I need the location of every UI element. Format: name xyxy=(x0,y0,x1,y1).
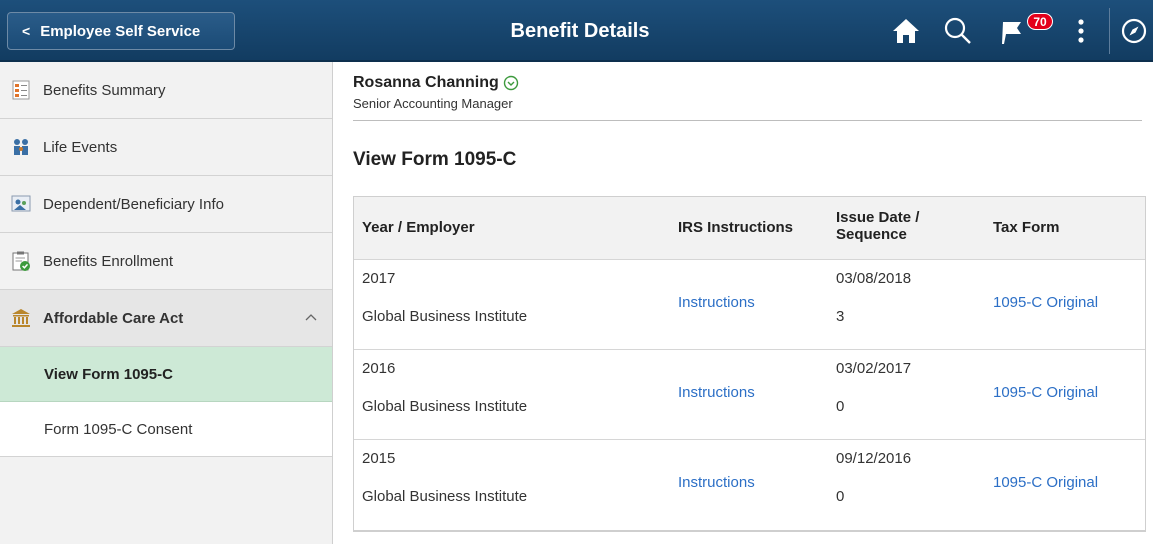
left-nav-panel: Benefits Summary Life Events Dependent/B… xyxy=(0,62,333,544)
tax-form-link[interactable]: 1095-C Original xyxy=(993,294,1098,311)
instructions-link[interactable]: Instructions xyxy=(678,384,755,401)
sidebar-item-life-events[interactable]: Life Events xyxy=(0,119,332,176)
sidebar-item-label: Benefits Summary xyxy=(43,81,166,99)
sidebar-item-form-1095c-consent[interactable]: Form 1095-C Consent xyxy=(0,402,332,457)
dependent-info-icon xyxy=(10,193,32,215)
courthouse-icon xyxy=(10,307,32,329)
year-cell: 2015 xyxy=(362,450,396,467)
life-events-icon xyxy=(10,136,32,158)
sidebar-group-affordable-care-act[interactable]: Affordable Care Act xyxy=(0,290,332,347)
search-icon[interactable] xyxy=(941,14,975,48)
table-row: 2015 Global Business Institute Instructi… xyxy=(354,440,1145,530)
sidebar-item-label: Life Events xyxy=(43,138,118,156)
clipboard-check-icon xyxy=(10,250,32,272)
sidebar-item-benefits-enrollment[interactable]: Benefits Enrollment xyxy=(0,233,332,290)
back-button[interactable]: < Employee Self Service xyxy=(7,12,235,50)
compass-icon[interactable] xyxy=(1117,14,1151,48)
grid-header: Year / Employer IRS Instructions Issue D… xyxy=(354,197,1145,260)
employee-name-block: Rosanna Channing xyxy=(353,74,519,92)
employee-name: Rosanna Channing xyxy=(353,74,499,91)
sidebar-item-view-form-1095c[interactable]: View Form 1095-C xyxy=(0,347,332,402)
sidebar-item-label: Form 1095-C Consent xyxy=(44,420,193,438)
sidebar-group-label: Affordable Care Act xyxy=(43,309,184,327)
header-divider xyxy=(1109,8,1110,54)
column-header-issue-date: Issue Date / Sequence xyxy=(836,209,919,243)
tax-form-link[interactable]: 1095-C Original xyxy=(993,474,1098,491)
home-icon[interactable] xyxy=(889,14,923,48)
flag-icon[interactable] xyxy=(996,14,1030,48)
sidebar-item-label: Benefits Enrollment xyxy=(43,252,174,270)
sequence-cell: 0 xyxy=(836,398,845,415)
column-header-irs-instructions: IRS Instructions xyxy=(678,219,794,236)
employer-cell: Global Business Institute xyxy=(362,308,528,325)
page-title: Benefit Details xyxy=(510,20,650,42)
issue-date-cell: 09/12/2016 xyxy=(836,450,912,467)
back-button-label: Employee Self Service xyxy=(40,22,201,40)
top-banner: < Employee Self Service Benefit Details … xyxy=(0,0,1153,62)
sidebar-item-dependent-beneficiary-info[interactable]: Dependent/Beneficiary Info xyxy=(0,176,332,233)
column-header-line: Sequence xyxy=(836,226,907,243)
chevron-up-icon[interactable] xyxy=(304,310,318,324)
year-cell: 2016 xyxy=(362,360,396,377)
column-header-line: Issue Date / xyxy=(836,209,920,226)
issue-date-cell: 03/02/2017 xyxy=(836,360,912,377)
sidebar-item-benefits-summary[interactable]: Benefits Summary xyxy=(0,62,332,119)
column-header-tax-form: Tax Form xyxy=(993,219,1060,236)
notification-badge: 70 xyxy=(1027,13,1053,30)
more-vertical-icon[interactable] xyxy=(1064,14,1098,48)
year-cell: 2017 xyxy=(362,270,396,287)
issue-date-cell: 03/08/2018 xyxy=(836,270,912,287)
column-header-year-employer: Year / Employer xyxy=(362,219,475,236)
sequence-cell: 3 xyxy=(836,308,845,325)
employer-cell: Global Business Institute xyxy=(362,398,528,415)
sequence-cell: 0 xyxy=(836,488,845,505)
employee-job-title: Senior Accounting Manager xyxy=(353,96,513,111)
table-row: 2016 Global Business Institute Instructi… xyxy=(354,350,1145,440)
chevron-left-icon: < xyxy=(22,23,31,39)
sidebar-item-label: View Form 1095-C xyxy=(44,365,173,383)
section-title: View Form 1095-C xyxy=(353,149,517,170)
form-1095c-grid: Year / Employer IRS Instructions Issue D… xyxy=(353,196,1146,532)
benefits-summary-icon xyxy=(10,79,32,101)
table-row: 2017 Global Business Institute Instructi… xyxy=(354,260,1145,350)
instructions-link[interactable]: Instructions xyxy=(678,474,755,491)
chevron-down-circle-icon[interactable] xyxy=(503,75,519,91)
employer-cell: Global Business Institute xyxy=(362,488,528,505)
divider xyxy=(353,120,1142,121)
sidebar-item-label: Dependent/Beneficiary Info xyxy=(43,195,224,213)
instructions-link[interactable]: Instructions xyxy=(678,294,755,311)
tax-form-link[interactable]: 1095-C Original xyxy=(993,384,1098,401)
